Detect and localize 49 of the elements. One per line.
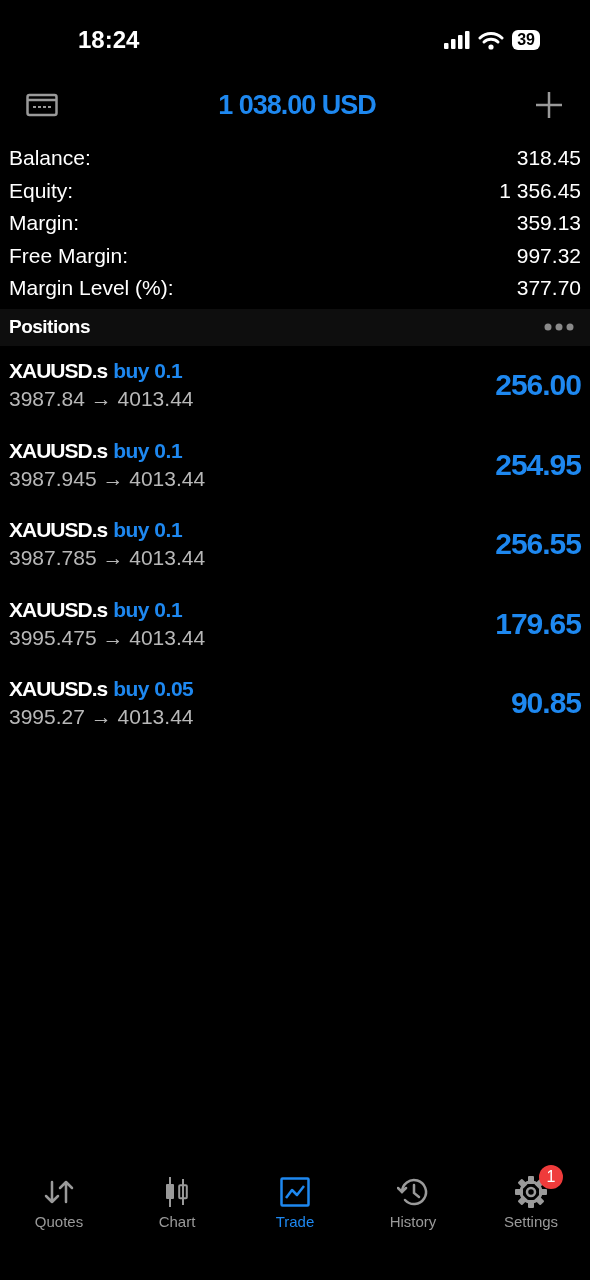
position-side: buy 0.1 — [113, 438, 183, 463]
summary-label: Margin Level (%): — [9, 276, 174, 301]
tab-button[interactable]: Chart — [118, 1165, 236, 1236]
wifi-icon — [478, 30, 505, 50]
position-side: buy 0.1 — [113, 359, 183, 384]
section-title: Positions — [9, 316, 90, 338]
battery-indicator: 39 — [512, 30, 540, 50]
candlestick-icon — [165, 1177, 189, 1207]
card-icon[interactable] — [26, 93, 58, 117]
summary-value: 1 356.45 — [499, 178, 581, 203]
plus-icon[interactable] — [536, 92, 562, 118]
tab-button[interactable]: Trade — [236, 1165, 354, 1236]
summary-value: 359.13 — [516, 211, 581, 236]
position-side: buy 0.1 — [113, 518, 183, 543]
summary-label: Free Margin: — [9, 243, 129, 268]
summary-label: Balance: — [9, 146, 91, 171]
notification-badge: 1 — [539, 1165, 563, 1189]
position-prices: 3987.84 → 4013.44 — [9, 387, 194, 412]
position-side: buy 0.05 — [113, 677, 194, 702]
position-symbol: XAUUSD.s — [9, 359, 108, 384]
position-side: buy 0.1 — [113, 597, 183, 622]
more-icon[interactable] — [544, 323, 574, 331]
position-profit: 256.55 — [495, 527, 581, 562]
position-symbol: XAUUSD.s — [9, 597, 108, 622]
position-prices: 3995.27 → 4013.44 — [9, 705, 194, 730]
position-prices: 3987.785 → 4013.44 — [9, 546, 206, 571]
position-symbol: XAUUSD.s — [9, 438, 108, 463]
position-profit: 254.95 — [495, 447, 581, 482]
position-prices: 3995.475 → 4013.44 — [9, 625, 206, 650]
summary-label: Equity: — [9, 178, 74, 203]
summary-value: 377.70 — [516, 276, 581, 301]
position-symbol: XAUUSD.s — [9, 518, 108, 543]
summary-value: 318.45 — [516, 146, 581, 171]
tab-button[interactable]: Quotes — [0, 1165, 118, 1236]
position-profit: 256.00 — [495, 368, 581, 403]
signal-icon — [444, 31, 471, 49]
position-symbol: XAUUSD.s — [9, 677, 108, 702]
tab-button[interactable]: History — [354, 1165, 472, 1236]
tab-button[interactable]: 1 Settings — [472, 1165, 590, 1236]
status-time: 18:24 — [78, 26, 140, 54]
position-profit: 179.65 — [495, 606, 581, 641]
account-balance-title: 1 038.00 USD — [218, 89, 376, 121]
history-icon — [397, 1177, 429, 1207]
summary-label: Margin: — [9, 211, 80, 236]
position-prices: 3987.945 → 4013.44 — [9, 466, 206, 491]
summary-value: 997.32 — [516, 243, 581, 268]
line-chart-icon — [280, 1177, 310, 1207]
position-profit: 90.85 — [510, 686, 581, 721]
arrows-icon — [44, 1178, 74, 1206]
